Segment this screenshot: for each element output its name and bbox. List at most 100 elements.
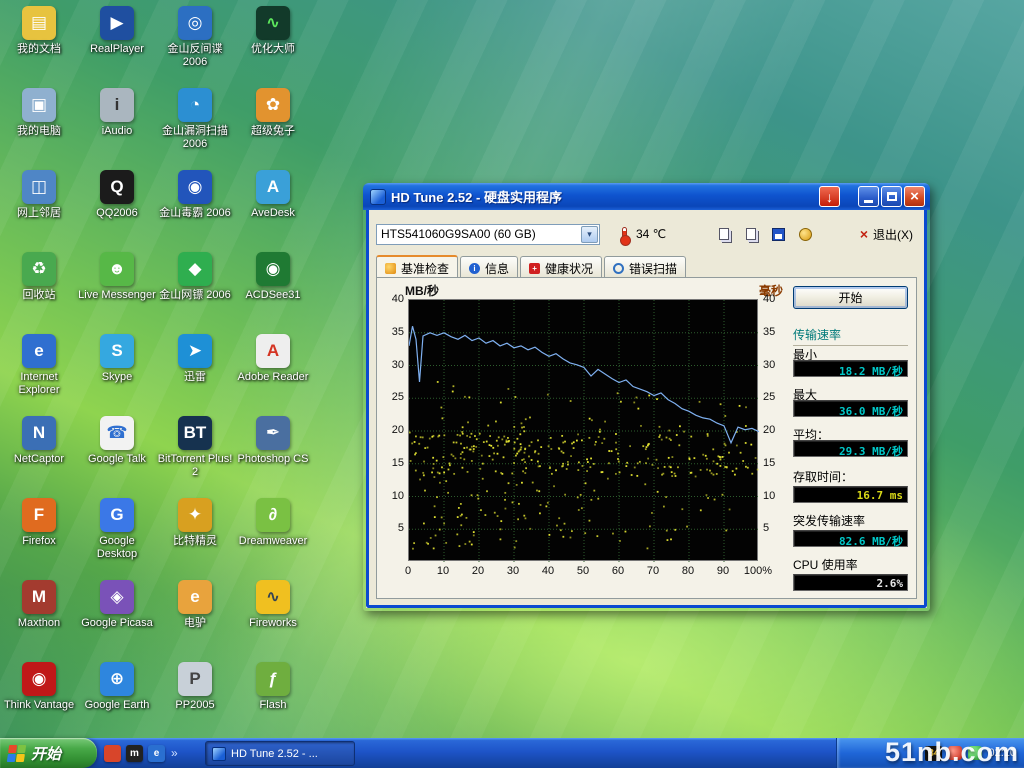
benchmark-chart: MB/秒 毫秒 55101015152020252530303535404001…: [381, 282, 785, 584]
desktop-icon-label: 回收站: [0, 289, 78, 302]
desktop-icon-label: Adobe Reader: [234, 371, 312, 384]
desktop-icon-avedesk[interactable]: AAveDesk: [234, 170, 312, 220]
axis-tick: 20: [382, 424, 404, 436]
desktop-icon-internet-explorer[interactable]: eInternet Explorer: [0, 334, 78, 396]
desktop-icon-realplayer[interactable]: ▶RealPlayer: [78, 6, 156, 56]
start-button[interactable]: 开始: [0, 738, 97, 768]
chevron-more-icon[interactable]: »: [171, 746, 178, 760]
toolbar-buttons: [712, 223, 820, 245]
desktop-icon-label: Flash: [234, 699, 312, 712]
desktop-icon-live-messenger[interactable]: ☻Live Messenger: [78, 252, 156, 302]
copy-text-button[interactable]: [712, 223, 736, 245]
desktop-icon-thinkvantage[interactable]: ◉ Think Vantage: [0, 662, 78, 712]
axis-tick: 10: [763, 490, 785, 502]
desktop-icon-maxthon[interactable]: MMaxthon: [0, 580, 78, 630]
minimize-button[interactable]: [858, 186, 879, 207]
desktop-icon-netcaptor[interactable]: NNetCaptor: [0, 416, 78, 466]
start-benchmark-button[interactable]: 开始: [793, 286, 908, 309]
desktop-icon-flash[interactable]: ƒFlash: [234, 662, 312, 712]
axis-tick: 35: [763, 326, 785, 338]
emule-icon: e: [178, 580, 212, 614]
tab-label: 错误扫描: [629, 260, 677, 277]
title-bar[interactable]: HD Tune 2.52 - 硬盘实用程序 ↓ ×: [363, 183, 930, 210]
thunder-icon: ➤: [178, 334, 212, 368]
axis-tick: 10: [437, 565, 449, 577]
desktop-icon-qq2006[interactable]: QQQ2006: [78, 170, 156, 220]
quick-launch-icon-1[interactable]: [104, 745, 121, 762]
desktop-icon-photoshop[interactable]: ✒Photoshop CS: [234, 416, 312, 466]
desktop-icon-label: Google Picasa: [78, 617, 156, 630]
desktop-icon-emule[interactable]: e电驴: [156, 580, 234, 630]
close-button[interactable]: ×: [904, 186, 925, 207]
chevron-down-icon[interactable]: ▾: [581, 226, 598, 243]
kingsoft-antivirus-icon: ◉: [178, 170, 212, 204]
desktop-icon-my-computer[interactable]: ▣我的电脑: [0, 88, 78, 138]
iaudio-icon: i: [100, 88, 134, 122]
save-screenshot-button[interactable]: [766, 223, 790, 245]
desktop-icon-skype[interactable]: SSkype: [78, 334, 156, 384]
drive-select[interactable]: HTS541060G9SA00 (60 GB) ▾: [376, 224, 600, 245]
desktop-icon-iaudio[interactable]: i iAudio: [78, 88, 156, 138]
axis-tick: 40: [382, 293, 404, 305]
google-talk-icon: ☎: [100, 416, 134, 450]
maximize-icon: [887, 192, 897, 201]
desktop-icon-firefox[interactable]: FFirefox: [0, 498, 78, 548]
desktop-icon-fireworks[interactable]: ∿Fireworks: [234, 580, 312, 630]
desktop-icon-label: 金山反间谍 2006: [156, 43, 234, 68]
desktop-icon-thunder[interactable]: ➤迅雷: [156, 334, 234, 384]
desktop-icon-label: Internet Explorer: [0, 371, 78, 396]
desktop-icon-network-places[interactable]: ◫网上邻居: [0, 170, 78, 220]
windows-logo-icon: [7, 745, 26, 762]
options-button[interactable]: [793, 223, 817, 245]
max-transfer-value: 36.0 MB/秒: [793, 400, 908, 417]
tab-info[interactable]: i信息: [460, 256, 518, 278]
desktop-icon-google-talk[interactable]: ☎Google Talk: [78, 416, 156, 466]
desktop-icon-bittorrent[interactable]: BTBitTorrent Plus! 2: [156, 416, 234, 478]
taskbar-task-hdtune[interactable]: HD Tune 2.52 - ...: [205, 741, 355, 766]
kingsoft-antispy-icon: ◎: [178, 6, 212, 40]
desktop-icon-label: Think Vantage: [0, 699, 78, 712]
desktop-icon-label: BitTorrent Plus! 2: [156, 453, 234, 478]
update-button[interactable]: ↓: [819, 186, 840, 207]
desktop-icon-google-desktop[interactable]: GGoogle Desktop: [78, 498, 156, 560]
desktop-icon-label: iAudio: [78, 125, 156, 138]
desktop-icon-my-documents[interactable]: ▤我的文档: [0, 6, 78, 56]
desktop-icon-google-picasa[interactable]: ◈Google Picasa: [78, 580, 156, 630]
tab-benchmark[interactable]: 基准检查: [376, 255, 458, 277]
maximize-button[interactable]: [881, 186, 902, 207]
desktop-icon-google-earth[interactable]: ⊕Google Earth: [78, 662, 156, 712]
desktop-icon-youhua-dashi[interactable]: ∿优化大师: [234, 6, 312, 56]
tab-scan[interactable]: 错误扫描: [604, 256, 686, 278]
copy-image-button[interactable]: [739, 223, 763, 245]
fireworks-icon: ∿: [256, 580, 290, 614]
desktop-icon-kingsoft-firewall[interactable]: ◆金山网镖 2006: [156, 252, 234, 302]
desktop-icon-recycle-bin[interactable]: ♻回收站: [0, 252, 78, 302]
desktop-icon-pp2005[interactable]: PPP2005: [156, 662, 234, 712]
thinkvantage-icon: ◉: [22, 662, 56, 696]
desktop-icon-super-rabbit[interactable]: ✿超级兔子: [234, 88, 312, 138]
desktop-icon-bitspirit[interactable]: ✦比特精灵: [156, 498, 234, 548]
desktop-icon-dreamweaver[interactable]: ∂Dreamweaver: [234, 498, 312, 548]
desktop-icon-label: 我的电脑: [0, 125, 78, 138]
desktop-icon-label: Photoshop CS: [234, 453, 312, 466]
thermometer-icon: [622, 227, 627, 242]
tab-health[interactable]: +健康状况: [520, 256, 602, 278]
exit-button[interactable]: × 退出(X): [856, 224, 917, 245]
desktop-icon-acdsee[interactable]: ◉ACDSee31: [234, 252, 312, 302]
drive-select-value: HTS541060G9SA00 (60 GB): [377, 227, 580, 241]
desktop-icon-kingsoft-vulnscan[interactable]: ◔金山漏洞扫描 2006: [156, 88, 234, 150]
desktop-icon-kingsoft-antivirus[interactable]: ◉金山毒霸 2006: [156, 170, 234, 220]
bitspirit-icon: ✦: [178, 498, 212, 532]
quick-launch-icon-3[interactable]: e: [148, 745, 165, 762]
axis-tick: 15: [382, 457, 404, 469]
axis-tick: 10: [382, 490, 404, 502]
desktop-icon-label: 超级兔子: [234, 125, 312, 138]
window-title: HD Tune 2.52 - 硬盘实用程序: [391, 187, 817, 206]
quick-launch-icon-2[interactable]: m: [126, 745, 143, 762]
desktop-icon-adobe-reader[interactable]: AAdobe Reader: [234, 334, 312, 384]
info-tab-icon: i: [469, 263, 480, 274]
taskbar: 开始 m e » HD Tune 2.52 - ... 34 02:10: [0, 738, 1024, 768]
burst-rate-heading: 突发传输速率: [793, 512, 908, 532]
hdtune-task-icon: [212, 747, 226, 761]
desktop-icon-kingsoft-antispy[interactable]: ◎ 金山反间谍 2006: [156, 6, 234, 68]
